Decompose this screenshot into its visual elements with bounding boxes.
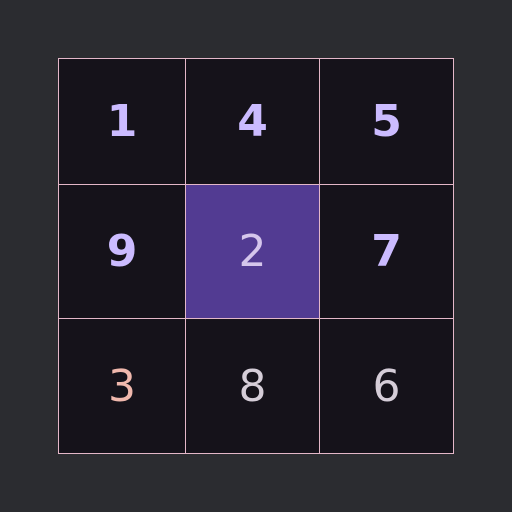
grid-cell-r1c1[interactable]: 1 bbox=[59, 59, 186, 185]
grid-cell-r3c1[interactable]: 3 bbox=[59, 319, 186, 453]
grid-cell-r1c3[interactable]: 5 bbox=[320, 59, 453, 185]
grid-cell-r2c1[interactable]: 9 bbox=[59, 185, 186, 319]
grid-cell-r2c3[interactable]: 7 bbox=[320, 185, 453, 319]
grid-cell-r1c2[interactable]: 4 bbox=[186, 59, 320, 185]
puzzle-grid: 1 4 5 9 2 7 3 8 6 bbox=[58, 58, 454, 454]
grid-cell-r3c3[interactable]: 6 bbox=[320, 319, 453, 453]
grid-cell-r2c2-selected[interactable]: 2 bbox=[186, 185, 320, 319]
grid-cell-r3c2[interactable]: 8 bbox=[186, 319, 320, 453]
